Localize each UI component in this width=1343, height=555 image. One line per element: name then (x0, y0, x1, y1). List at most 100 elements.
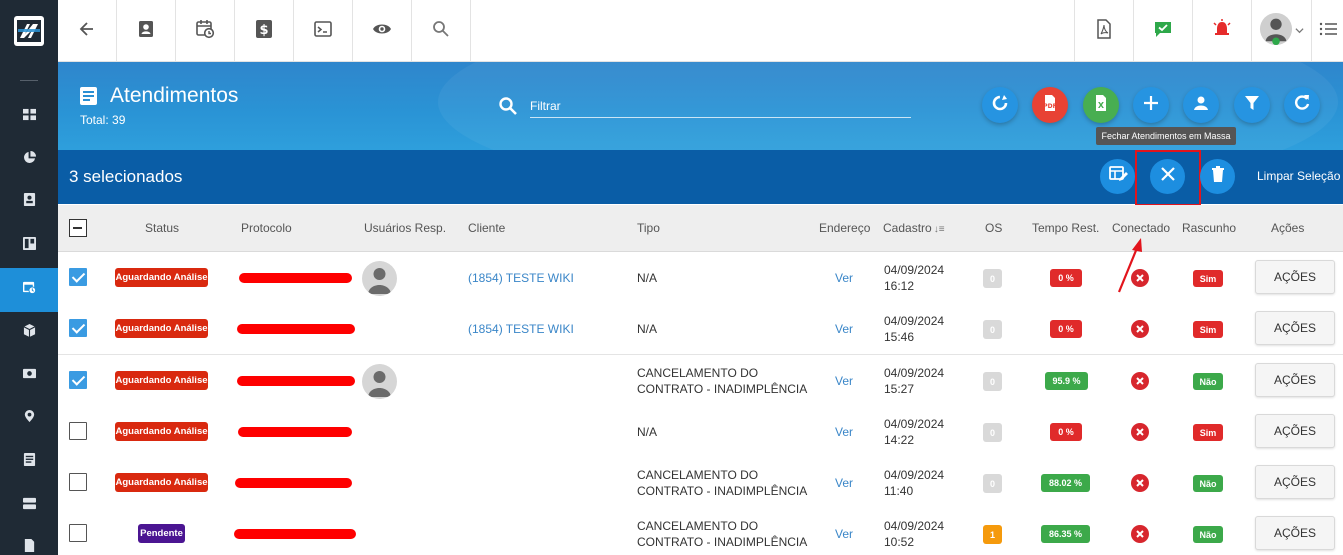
column-header-os[interactable]: OS (985, 221, 1002, 235)
bulk-delete-button[interactable] (1200, 159, 1235, 194)
row-checkbox[interactable] (69, 268, 87, 286)
clear-selection-link[interactable]: Limpar Seleção (1257, 169, 1340, 183)
finance-button[interactable]: $ (235, 0, 294, 62)
terminal-icon (313, 19, 333, 44)
document-icon (80, 87, 97, 105)
back-button[interactable] (58, 0, 117, 62)
table-row[interactable]: Pendente CANCELAMENTO DO CONTRATO - INADIM… (58, 508, 1343, 555)
disconnected-icon (1131, 474, 1149, 492)
bulk-edit-button[interactable] (1100, 159, 1135, 194)
filter-button[interactable] (1234, 87, 1270, 123)
disconnected-icon (1131, 423, 1149, 441)
row-checkbox[interactable] (69, 524, 87, 542)
actions-button[interactable]: AÇÕES (1255, 465, 1335, 499)
user-filter-button[interactable] (1183, 87, 1219, 123)
actions-button[interactable]: AÇÕES (1255, 516, 1335, 550)
sidebar-item-contacts[interactable] (0, 180, 58, 224)
terminal-button[interactable] (294, 0, 353, 62)
money-icon (22, 367, 36, 385)
export-pdf-button[interactable]: PDF (1032, 87, 1068, 123)
column-header-conectado[interactable]: Conectado (1112, 221, 1170, 235)
draft-badge: Não (1193, 373, 1223, 390)
total-count: Total: 39 (80, 113, 126, 127)
column-header-endereco[interactable]: Endereço (819, 221, 870, 235)
sidebar-item-board[interactable] (0, 224, 58, 268)
address-link[interactable]: Ver (835, 425, 853, 439)
actions-button[interactable]: AÇÕES (1255, 414, 1335, 448)
column-header-cadastro[interactable]: Cadastro ↓≡ (883, 221, 945, 235)
chat-check-icon (1153, 19, 1173, 44)
time-remaining-badge: 88.02 % (1041, 474, 1090, 492)
os-count-badge: 0 (983, 320, 1002, 339)
address-link[interactable]: Ver (835, 374, 853, 388)
view-button[interactable] (353, 0, 412, 62)
table-row[interactable]: Aguardando Análise CANCELAMENTO DO CONTRAT… (58, 457, 1343, 509)
alarm-button[interactable] (1192, 0, 1251, 62)
address-link[interactable]: Ver (835, 322, 853, 336)
menu-list-button[interactable] (1311, 0, 1343, 62)
client-link[interactable]: (1854) TESTE WIKI (468, 271, 574, 285)
column-header-cliente[interactable]: Cliente (468, 221, 505, 235)
sync-icon (990, 93, 1010, 118)
table-row[interactable]: Aguardando Análise N/A Ver 04/09/2024 14:22 0… (58, 406, 1343, 458)
column-header-status[interactable]: Status (145, 221, 179, 235)
cadastro-day: 04/09/2024 (884, 263, 945, 277)
contacts-button[interactable] (117, 0, 176, 62)
schedule-button[interactable] (176, 0, 235, 62)
tipo-text: CANCELAMENTO DO CONTRATO - INADIMPLÊNCIA (637, 518, 807, 550)
redacted-protocol (238, 427, 352, 437)
table-row[interactable]: Aguardando Análise (1854) TESTE WIKI N/A Ve… (58, 252, 1343, 304)
row-checkbox[interactable] (69, 422, 87, 440)
actions-button[interactable]: AÇÕES (1255, 363, 1335, 397)
cadastro-date: 04/09/2024 14:22 (884, 416, 944, 448)
pdf-icon: PDF (1040, 93, 1060, 118)
cadastro-date: 04/09/2024 16:12 (884, 262, 944, 294)
sidebar (0, 0, 58, 555)
table-row[interactable]: Aguardando Análise (1854) TESTE WIKI N/A Ve… (58, 303, 1343, 355)
user-menu-button[interactable] (1251, 0, 1311, 62)
sidebar-item-files[interactable] (0, 526, 58, 555)
pdf-button[interactable] (1074, 0, 1133, 62)
time-remaining-badge: 95.9 % (1045, 372, 1088, 390)
address-link[interactable]: Ver (835, 527, 853, 541)
refresh-sync-button[interactable] (982, 87, 1018, 123)
column-header-acoes[interactable]: Ações (1271, 221, 1304, 235)
address-link[interactable]: Ver (835, 271, 853, 285)
cadastro-time: 16:12 (884, 279, 915, 293)
sidebar-item-atendimentos[interactable] (0, 268, 58, 312)
grid-icon (22, 108, 36, 126)
sidebar-item-reports[interactable] (0, 138, 58, 182)
select-all-checkbox[interactable] (69, 219, 87, 237)
status-badge: Pendente (138, 524, 185, 543)
sidebar-item-finance[interactable] (0, 354, 58, 398)
cadastro-date: 04/09/2024 15:46 (884, 313, 944, 345)
export-excel-button[interactable]: X (1083, 87, 1119, 123)
search-button[interactable] (412, 0, 471, 62)
app-logo[interactable] (14, 16, 44, 46)
column-header-protocolo[interactable]: Protocolo (241, 221, 292, 235)
row-checkbox[interactable] (69, 473, 87, 491)
filter-input[interactable] (530, 95, 911, 118)
add-button[interactable] (1133, 87, 1169, 123)
chat-check-button[interactable] (1133, 0, 1192, 62)
dollar-icon: $ (254, 19, 274, 44)
sidebar-item-dashboard[interactable] (0, 95, 58, 139)
sidebar-item-products[interactable] (0, 311, 58, 355)
client-link[interactable]: (1854) TESTE WIKI (468, 322, 574, 336)
row-checkbox[interactable] (69, 319, 87, 337)
sidebar-item-servers[interactable] (0, 484, 58, 528)
column-header-rascunho[interactable]: Rascunho (1182, 221, 1236, 235)
reload-button[interactable] (1284, 87, 1320, 123)
sidebar-item-documents[interactable] (0, 440, 58, 484)
address-link[interactable]: Ver (835, 476, 853, 490)
row-checkbox[interactable] (69, 371, 87, 389)
sidebar-item-map[interactable] (0, 397, 58, 441)
actions-button[interactable]: AÇÕES (1255, 311, 1335, 345)
actions-button[interactable]: AÇÕES (1255, 260, 1335, 294)
column-header-tipo[interactable]: Tipo (637, 221, 660, 235)
column-header-tempo[interactable]: Tempo Rest. (1032, 221, 1099, 235)
selection-count: 3 selecionados (69, 167, 183, 186)
column-header-usuarios[interactable]: Usuários Resp. (364, 221, 446, 235)
table-row[interactable]: Aguardando Análise CANCELAMENTO DO CONTRAT… (58, 355, 1343, 407)
search-icon (498, 96, 518, 116)
